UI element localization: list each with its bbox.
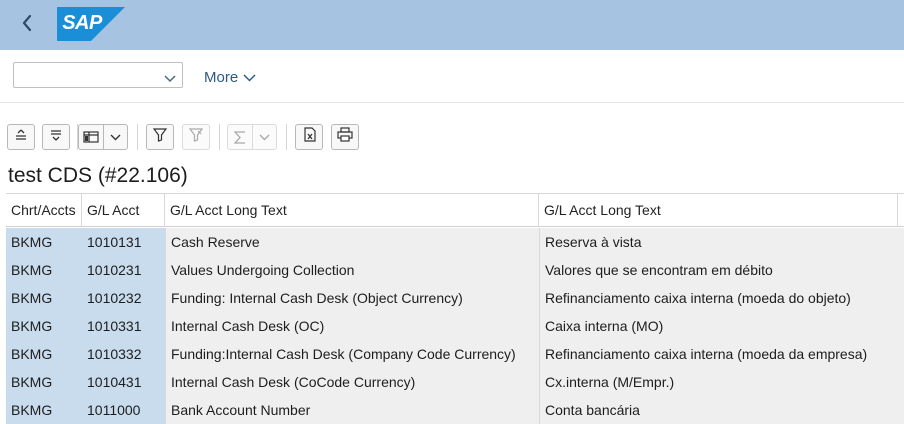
print-icon [337, 127, 353, 147]
cell-chart-of-accounts[interactable]: BKMG [6, 396, 82, 424]
sort-descending-button[interactable] [42, 124, 70, 150]
cell-gl-account[interactable]: 1010332 [82, 340, 165, 368]
chevron-down-icon [253, 125, 276, 149]
cell-chart-of-accounts[interactable]: BKMG [6, 368, 82, 396]
chevron-down-icon [164, 70, 176, 88]
table-row[interactable]: BKMG 1010331 Internal Cash Desk (OC) Caixa … [6, 312, 904, 340]
cell-gl-long-text-2[interactable]: Caixa interna (MO) [539, 312, 904, 340]
table-title: test CDS (#22.106) [8, 164, 188, 187]
toolbar-separator [286, 124, 287, 150]
cell-gl-account[interactable]: 1010231 [82, 256, 165, 284]
sort-ascending-button[interactable] [7, 124, 35, 150]
column-header-gl-long-text[interactable]: G/L Acct Long Text [165, 194, 539, 227]
sort-ascending-icon [14, 128, 28, 146]
chevron-down-icon [243, 69, 256, 86]
sap-logo: SAP [57, 7, 125, 41]
clear-filter-icon [188, 127, 204, 147]
cell-chart-of-accounts[interactable]: BKMG [6, 228, 82, 256]
table-row[interactable]: BKMG 1010131 Cash Reserve Reserva à vista [6, 228, 904, 256]
data-grid: Chrt/Accts G/L Acct G/L Acct Long Text G… [6, 193, 904, 424]
print-button[interactable] [331, 124, 359, 150]
filter-button[interactable] [146, 124, 174, 150]
column-header-gl-account[interactable]: G/L Acct [82, 194, 165, 227]
column-header-gl-long-text-2[interactable]: G/L Acct Long Text [539, 194, 898, 227]
column-header-chart-of-accounts[interactable]: Chrt/Accts [6, 194, 82, 227]
cell-gl-long-text-2[interactable]: Conta bancária [539, 396, 904, 424]
toolbar-separator [137, 124, 138, 150]
cell-gl-long-text-2[interactable]: Cx.interna (M/Empr.) [539, 368, 904, 396]
shell-bar: SAP [0, 0, 904, 50]
more-button-label: More [204, 68, 239, 86]
sort-descending-icon [49, 128, 63, 146]
cell-gl-account[interactable]: 1010131 [82, 228, 165, 256]
cell-gl-long-text[interactable]: Internal Cash Desk (CoCode Currency) [165, 368, 539, 396]
cell-gl-long-text[interactable]: Values Undergoing Collection [165, 256, 539, 284]
layout-menu-button[interactable] [78, 124, 128, 150]
cell-gl-long-text-2[interactable]: Refinanciamento caixa interna (moeda da … [539, 340, 904, 368]
cell-chart-of-accounts[interactable]: BKMG [6, 340, 82, 368]
cell-gl-long-text-2[interactable]: Valores que se encontram em débito [539, 256, 904, 284]
filter-icon [152, 127, 168, 147]
cell-chart-of-accounts[interactable]: BKMG [6, 284, 82, 312]
variant-select[interactable] [13, 62, 183, 88]
table-row[interactable]: BKMG 1010431 Internal Cash Desk (CoCode Cu… [6, 368, 904, 396]
export-excel-icon [302, 127, 317, 147]
layout-icon [79, 125, 103, 149]
grid-header: Chrt/Accts G/L Acct G/L Acct Long Text G… [6, 194, 904, 227]
sum-icon [228, 125, 252, 149]
export-excel-button[interactable] [295, 124, 323, 150]
more-button[interactable]: More [204, 68, 256, 86]
cell-gl-account[interactable]: 1010331 [82, 312, 165, 340]
cell-gl-long-text[interactable]: Bank Account Number [165, 396, 539, 424]
table-row[interactable]: BKMG 1011000 Bank Account Number Conta banc… [6, 396, 904, 424]
cell-gl-long-text-2[interactable]: Reserva à vista [539, 228, 904, 256]
filter-bar: More [0, 50, 904, 103]
cell-chart-of-accounts[interactable]: BKMG [6, 312, 82, 340]
cell-gl-account[interactable]: 1010232 [82, 284, 165, 312]
table-row[interactable]: BKMG 1010231 Values Undergoing Collection V… [6, 256, 904, 284]
cell-gl-account[interactable]: 1011000 [82, 396, 165, 424]
chevron-left-icon [21, 14, 33, 37]
cell-gl-long-text-2[interactable]: Refinanciamento caixa interna (moeda do … [539, 284, 904, 312]
cell-gl-long-text[interactable]: Internal Cash Desk (OC) [165, 312, 539, 340]
sap-logo-text: SAP [62, 12, 102, 34]
table-row[interactable]: BKMG 1010332 Funding:Internal Cash Desk (C… [6, 340, 904, 368]
alv-toolbar [0, 118, 904, 158]
chevron-down-icon [104, 125, 127, 149]
cell-gl-long-text[interactable]: Funding:Internal Cash Desk (Company Code… [165, 340, 539, 368]
cell-gl-long-text[interactable]: Cash Reserve [165, 228, 539, 256]
toolbar-separator [219, 124, 220, 150]
clear-filter-button[interactable] [182, 124, 210, 150]
cell-gl-account[interactable]: 1010431 [82, 368, 165, 396]
back-button[interactable] [14, 10, 40, 40]
sum-menu-button[interactable] [227, 124, 277, 150]
table-row[interactable]: BKMG 1010232 Funding: Internal Cash Desk (… [6, 284, 904, 312]
cell-chart-of-accounts[interactable]: BKMG [6, 256, 82, 284]
cell-gl-long-text[interactable]: Funding: Internal Cash Desk (Object Curr… [165, 284, 539, 312]
